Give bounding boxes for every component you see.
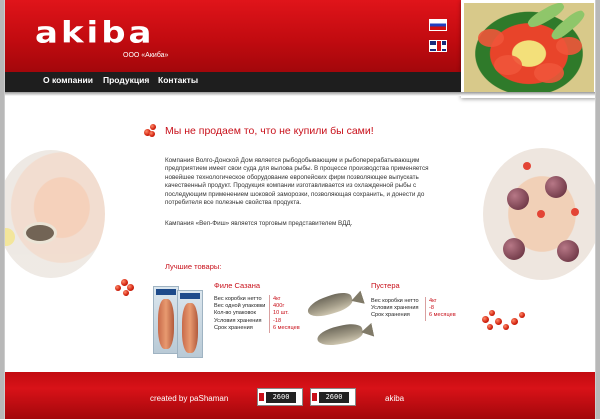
ru-flag-icon[interactable] [429,19,447,31]
caviar-decor-icon [115,285,121,291]
company-description: Компания Волго-Донской Дом является рыбо… [165,157,429,207]
caviar-decor-icon [482,316,489,323]
spec-label: Условия хранения [371,305,419,312]
footer-brand: akiba [385,394,405,403]
spec-divider [425,297,426,321]
caviar-decor-icon [519,312,525,318]
spec-value: 10 шт. [273,310,289,317]
spec-label: Срок хранения [371,312,410,319]
visit-counter[interactable]: 2600 [257,388,303,406]
product-specs-labels: Вес коробки нетто Условия хранения Срок … [371,298,419,320]
spec-label: Вес одной упаковки [214,303,266,310]
spec-label: Условия хранения [214,317,262,324]
counter-value: 2600 [319,392,349,403]
counter-value: 2600 [266,392,296,403]
product-specs-values: 4кг -8 6 месяцев [429,298,456,320]
caviar-decor-icon [123,290,129,296]
spec-divider [269,295,270,333]
caviar-bullet-icon [150,124,156,130]
salmon-plate-image [5,150,105,278]
spec-value: 6 месяцев [429,312,456,319]
spec-label: Срок хранения [214,324,253,331]
product-image-bream[interactable] [305,289,367,354]
caviar-decor-icon [511,318,518,325]
page-headline: Мы не продаем то, что не купили бы сами! [165,125,374,137]
caviar-bullet-icon [149,131,155,137]
spec-value: -18 [273,317,282,324]
spec-value: 4кг [429,298,437,304]
nav-item-products[interactable]: Продукция [103,75,149,85]
spec-label: Вес коробки нетто [371,298,419,304]
page: akiba ООО «Акиба» О компании Продукция К… [4,0,596,419]
page-border-right [596,0,600,419]
caviar-decor-icon [495,318,502,325]
trade-representative-note: Кампания «Веп-Фиш» является торговым пре… [165,220,353,227]
nav-item-contacts[interactable]: Контакты [158,75,198,85]
caviar-decor-icon [503,324,509,330]
logo[interactable]: akiba [35,16,155,50]
spec-value: 6 месяцев [273,324,300,331]
spec-label: Кол-во упаковок [214,310,256,317]
footer-credit[interactable]: created by paShaman [150,394,228,403]
main-nav: О компании Продукция Контакты [5,72,461,92]
footer: created by paShaman 2600 2600 akiba [5,372,595,419]
nav-item-about[interactable]: О компании [43,75,93,85]
spec-value: -8 [429,305,434,312]
spec-value: 400г [273,303,285,310]
best-products-heading: Лучшие товары: [165,262,222,271]
nav-shadow [5,92,595,96]
product-image-carp-fillet[interactable] [153,286,205,358]
en-flag-icon[interactable] [429,40,447,52]
product-specs-labels: Вес коробки нетто Вес одной упаковки Кол… [214,296,265,332]
spec-value: 4кг [273,296,281,302]
product-name[interactable]: Пустера [371,281,400,290]
caviar-decor-icon [489,310,495,316]
header-food-photo [461,0,595,98]
appetizer-plate-image [483,148,595,280]
product-specs-values: 4кг 400г 10 шт. -18 6 месяцев [273,296,300,332]
caviar-decor-icon [487,324,493,330]
company-name: ООО «Акиба» [123,52,169,59]
product-name[interactable]: Филе Сазана [214,281,260,290]
visit-counter[interactable]: 2600 [310,388,356,406]
